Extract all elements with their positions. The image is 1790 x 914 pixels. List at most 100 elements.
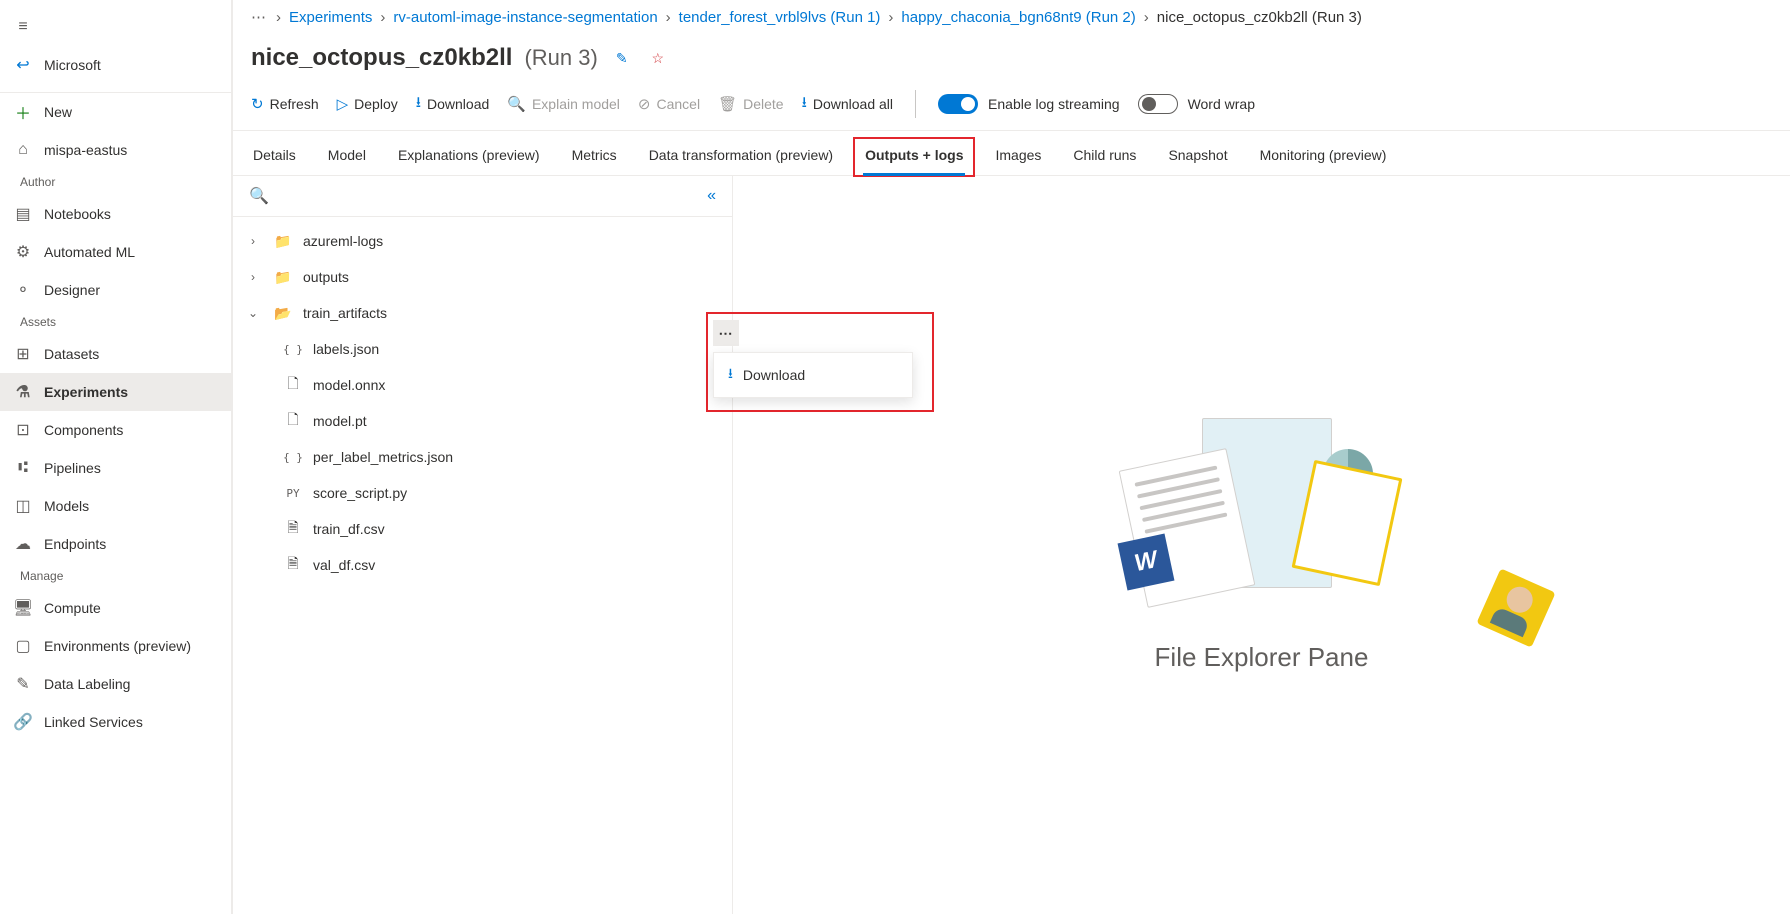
chevron-right-icon: ›: [666, 9, 671, 26]
home-icon: ⌂: [14, 141, 32, 159]
download-button[interactable]: ⭳Download: [416, 92, 490, 117]
file-val-df[interactable]: 🗎val_df.csv: [233, 547, 732, 583]
breadcrumb-run2[interactable]: happy_chaconia_bgn68nt9 (Run 2): [901, 9, 1135, 26]
designer-icon: ⚬: [14, 281, 32, 299]
chevron-right-icon: ›: [380, 9, 385, 26]
sidebar-item-components[interactable]: ⊡Components: [0, 411, 231, 449]
word-wrap-toggle[interactable]: [1138, 94, 1178, 114]
deploy-button[interactable]: ▷Deploy: [337, 95, 398, 113]
sidebar-item-environments[interactable]: ▢Environments (preview): [0, 627, 231, 665]
chevron-right-icon: ›: [276, 9, 281, 26]
compute-icon: 🖥: [14, 599, 32, 617]
log-streaming-toggle[interactable]: [938, 94, 978, 114]
sidebar-item-automl[interactable]: ⚙Automated ML: [0, 233, 231, 271]
word-wrap-label: Word wrap: [1188, 96, 1255, 112]
delete-button: 🗑Delete: [718, 95, 784, 113]
breadcrumb-experiment-name[interactable]: rv-automl-image-instance-segmentation: [393, 9, 657, 26]
breadcrumb-experiments[interactable]: Experiments: [289, 9, 372, 26]
tabs: Details Model Explanations (preview) Met…: [233, 131, 1790, 176]
tab-child-runs[interactable]: Child runs: [1071, 141, 1138, 175]
file-icon: 🗋: [283, 409, 303, 433]
sidebar-item-models[interactable]: ◫Models: [0, 487, 231, 525]
components-icon: ⊡: [14, 421, 32, 439]
refresh-icon: ↻: [251, 95, 264, 113]
file-tree-pane: 🔍 « › 📁 azureml-logs › 📁 outputs ⌄ 📂 tr: [233, 176, 733, 914]
sidebar-item-notebooks[interactable]: ▤Notebooks: [0, 195, 231, 233]
download-all-button[interactable]: ⭳Download all: [802, 92, 893, 117]
tab-monitoring[interactable]: Monitoring (preview): [1258, 141, 1389, 175]
folder-train-artifacts[interactable]: ⌄ 📂 train_artifacts: [233, 295, 732, 331]
content-area: 🔍 « › 📁 azureml-logs › 📁 outputs ⌄ 📂 tr: [233, 176, 1790, 914]
toolbar: ↻Refresh ▷Deploy ⭳Download 🔍Explain mode…: [233, 78, 1790, 131]
breadcrumb-more[interactable]: ⋯: [251, 8, 268, 26]
file-per-label-metrics[interactable]: { }per_label_metrics.json: [233, 439, 732, 475]
file-score-script[interactable]: PYscore_script.py: [233, 475, 732, 511]
context-menu-download[interactable]: ⭳ Download: [714, 353, 912, 397]
chevron-right-icon: ›: [243, 234, 263, 248]
folder-outputs[interactable]: › 📁 outputs: [233, 259, 732, 295]
models-icon: ◫: [14, 497, 32, 515]
tab-model[interactable]: Model: [326, 141, 368, 175]
back-label: Microsoft: [44, 57, 101, 73]
file-model-onnx[interactable]: 🗋model.onnx: [233, 367, 732, 403]
new-label: New: [44, 104, 72, 120]
breadcrumb: ⋯ › Experiments › rv-automl-image-instan…: [233, 0, 1790, 34]
sidebar-item-experiments[interactable]: ⚗Experiments: [0, 373, 231, 411]
tab-snapshot[interactable]: Snapshot: [1166, 141, 1229, 175]
experiments-icon: ⚗: [14, 383, 32, 401]
collapse-pane-icon[interactable]: «: [707, 187, 716, 205]
workspace-label: mispa-eastus: [44, 142, 127, 158]
datasets-icon: ⊞: [14, 345, 32, 363]
search-icon: 🔍: [507, 95, 526, 113]
tab-explanations[interactable]: Explanations (preview): [396, 141, 542, 175]
file-more-button[interactable]: ⋯: [713, 320, 739, 346]
search-icon[interactable]: 🔍: [249, 186, 269, 206]
back-microsoft[interactable]: ↩ Microsoft: [0, 46, 231, 84]
file-model-pt[interactable]: 🗋model.pt: [233, 403, 732, 439]
hamburger-icon: ≡: [14, 18, 32, 36]
section-author: Author: [0, 169, 231, 195]
file-tree: › 📁 azureml-logs › 📁 outputs ⌄ 📂 train_a…: [233, 217, 732, 589]
tab-metrics[interactable]: Metrics: [570, 141, 619, 175]
refresh-button[interactable]: ↻Refresh: [251, 95, 319, 113]
file-train-df[interactable]: 🗎train_df.csv: [233, 511, 732, 547]
main-pane: ⋯ › Experiments › rv-automl-image-instan…: [232, 0, 1790, 914]
tab-outputs-logs[interactable]: Outputs + logs: [863, 141, 965, 175]
favorite-button[interactable]: ☆: [646, 46, 670, 70]
notebook-icon: ▤: [14, 205, 32, 223]
chevron-right-icon: ›: [1144, 9, 1149, 26]
pipelines-icon: ⑆: [14, 459, 32, 477]
new-button[interactable]: ＋ New: [0, 93, 231, 131]
breadcrumb-current: nice_octopus_cz0kb2ll (Run 3): [1157, 9, 1362, 26]
sidebar-item-linked[interactable]: 🔗Linked Services: [0, 703, 231, 741]
sidebar-item-endpoints[interactable]: ☁Endpoints: [0, 525, 231, 563]
cancel-button: ⊘Cancel: [638, 95, 700, 113]
tab-data-transform[interactable]: Data transformation (preview): [647, 141, 835, 175]
tree-search-bar: 🔍 «: [233, 176, 732, 217]
tab-images[interactable]: Images: [993, 141, 1043, 175]
preview-pane-title: File Explorer Pane: [1155, 642, 1369, 673]
sidebar-item-compute[interactable]: 🖥Compute: [0, 589, 231, 627]
folder-icon: 📁: [273, 233, 293, 250]
sidebar-item-datasets[interactable]: ⊞Datasets: [0, 335, 231, 373]
download-icon: ⭳: [416, 92, 421, 117]
edit-title-button[interactable]: ✎: [610, 46, 634, 70]
datalabeling-icon: ✎: [14, 675, 32, 693]
sidebar-item-designer[interactable]: ⚬Designer: [0, 271, 231, 309]
json-icon: { }: [283, 451, 303, 464]
endpoints-icon: ☁: [14, 535, 32, 553]
sidebar-item-datalabeling[interactable]: ✎Data Labeling: [0, 665, 231, 703]
file-labels-json[interactable]: { }labels.json: [233, 331, 732, 367]
download-icon: ⭳: [728, 363, 733, 387]
hamburger-menu[interactable]: ≡: [0, 8, 231, 46]
star-icon: ☆: [652, 50, 665, 67]
log-streaming-toggle-wrap: Enable log streaming: [938, 94, 1120, 114]
workspace-link[interactable]: ⌂ mispa-eastus: [0, 131, 231, 169]
page-title: nice_octopus_cz0kb2ll: [251, 44, 512, 72]
section-manage: Manage: [0, 563, 231, 589]
json-icon: { }: [283, 343, 303, 356]
breadcrumb-run1[interactable]: tender_forest_vrbl9lvs (Run 1): [679, 9, 881, 26]
sidebar-item-pipelines[interactable]: ⑆Pipelines: [0, 449, 231, 487]
folder-azureml-logs[interactable]: › 📁 azureml-logs: [233, 223, 732, 259]
tab-details[interactable]: Details: [251, 141, 298, 175]
